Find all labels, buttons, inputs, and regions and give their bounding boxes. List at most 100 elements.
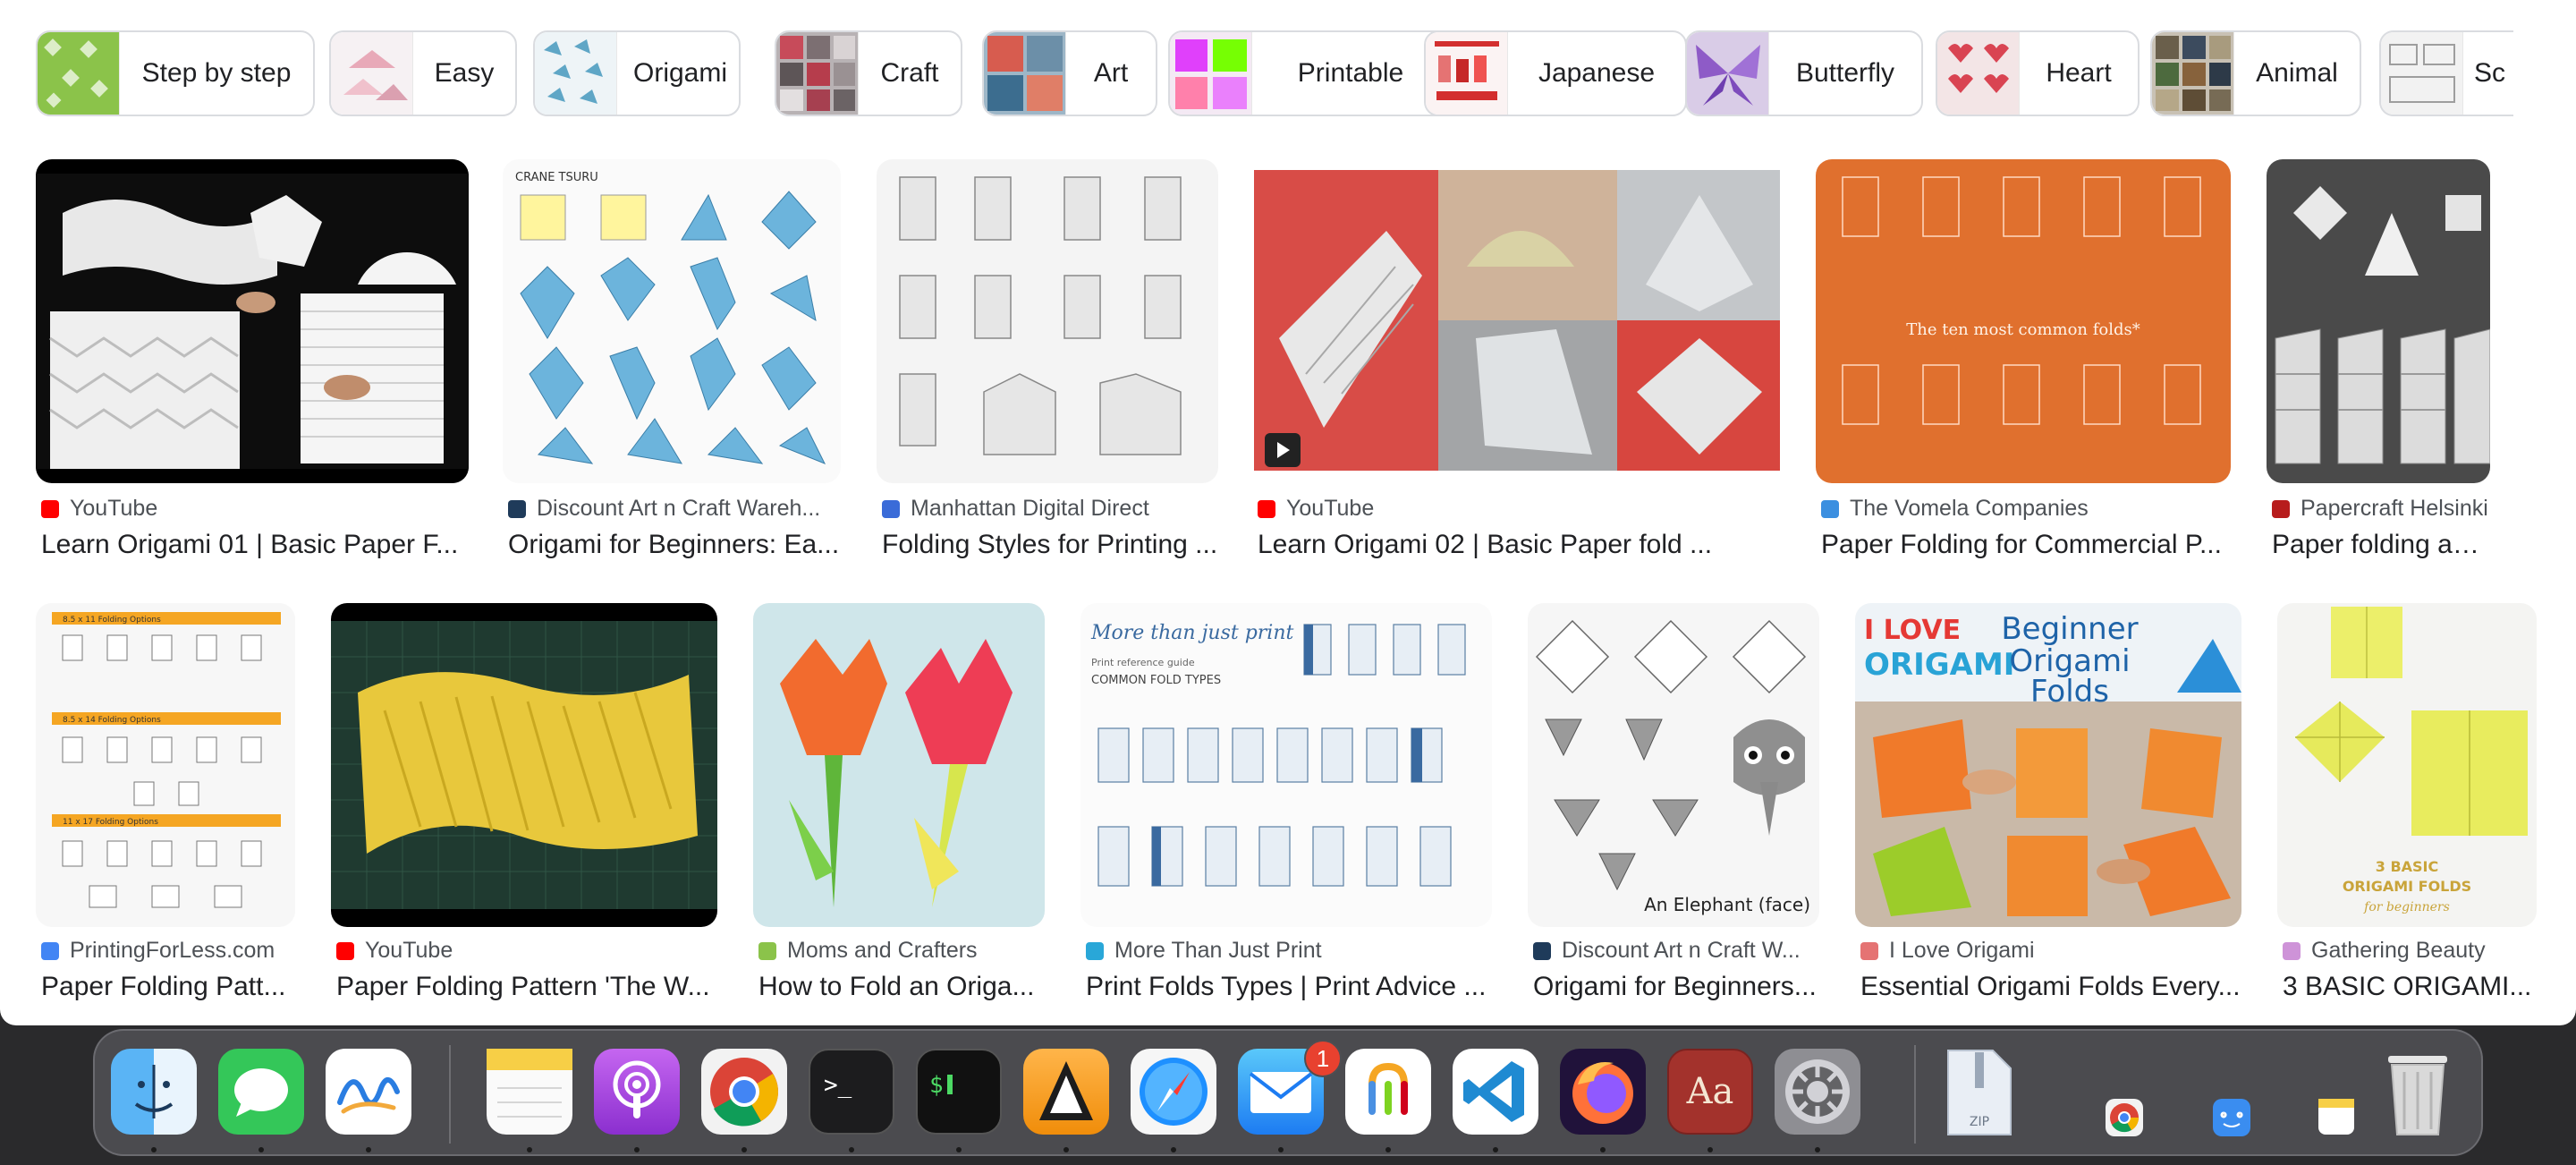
source-name: YouTube [70,496,158,521]
freeform-icon[interactable] [326,1049,411,1135]
chip-heart[interactable]: Heart [1936,30,2140,116]
zip-archive-icon[interactable]: ZIP [1941,1049,2018,1135]
chip-sc[interactable]: Sc [2379,30,2513,116]
chip-art[interactable]: Art [982,30,1157,116]
result-title[interactable]: Learn Origami 01 | Basic Paper F... [41,530,469,560]
chip-origami[interactable]: Origami [533,30,741,116]
chip-printable[interactable]: Printable [1168,30,1451,116]
result-thumbnail: CRANE TSURU [503,159,841,483]
source-name: Manhattan Digital Direct [911,496,1149,521]
chip-label: Craft [880,58,939,88]
site-favicon [1533,941,1551,960]
image-result-card[interactable]: An Elephant (face) Discount Art n Craft … [1528,603,1819,1008]
result-source[interactable]: Papercraft Helsinki [2272,496,2488,522]
site-favicon [41,941,59,960]
image-result-card[interactable]: Papercraft Helsinki Paper folding and d.… [2267,159,2492,567]
image-result-card[interactable]: YouTube Learn Origami 01 | Basic Paper F… [36,159,469,567]
result-title[interactable]: 3 BASIC ORIGAMI... [2283,972,2538,1002]
result-thumbnail: I LOVE ORIGAMI Beginner Origami Folds [1855,603,2241,927]
result-title[interactable]: Origami for Beginners: Ea... [508,530,843,560]
iterm-icon[interactable]: $ [916,1049,1002,1135]
image-result-card[interactable]: The ten most common folds* The Vomela Co… [1816,159,2233,567]
zip-label: ZIP [1970,1115,1989,1129]
image-result-card[interactable]: YouTube Paper Folding Pattern 'The W... [331,603,717,1008]
chip-label: Butterfly [1795,58,1895,88]
site-favicon [1086,941,1104,960]
minimized-notes-window[interactable] [2318,1099,2354,1135]
result-source[interactable]: The Vomela Companies [1821,496,2089,522]
source-name: Discount Art n Craft W... [1562,938,1801,963]
result-source[interactable]: PrintingForLess.com [41,938,275,964]
result-source[interactable]: YouTube [1258,496,1374,522]
notes-icon[interactable] [487,1049,572,1135]
finder-icon[interactable] [111,1049,197,1135]
firefox-icon[interactable] [1560,1049,1646,1135]
result-title[interactable]: Folding Styles for Printing ... [882,530,1218,560]
result-title[interactable]: Essential Origami Folds Every... [1860,972,2245,1002]
result-thumbnail [877,159,1218,483]
result-source[interactable]: More Than Just Print [1086,938,1322,964]
result-thumbnail [36,159,469,483]
image-result-card[interactable]: CRANE TSURU Discount Art n Craft Wareh..… [503,159,843,567]
chip-butterfly[interactable]: Butterfly [1685,30,1923,116]
site-favicon [758,941,776,960]
result-title[interactable]: Paper Folding Pattern 'The W... [336,972,719,1002]
source-name: YouTube [1286,496,1375,521]
result-source[interactable]: YouTube [336,938,453,964]
result-source[interactable]: YouTube [41,496,157,522]
figma-like-icon[interactable] [1345,1049,1431,1135]
result-title[interactable]: Print Folds Types | Print Advice ... [1086,972,1494,1002]
source-name: Discount Art n Craft Wareh... [537,496,821,521]
system-settings-icon[interactable] [1775,1049,1860,1135]
result-title[interactable]: Learn Origami 02 | Basic Paper fold ... [1258,530,1782,560]
result-title[interactable]: Origami for Beginners... [1533,972,1821,1002]
result-source[interactable]: Discount Art n Craft Wareh... [508,496,820,522]
running-indicator [1815,1147,1820,1152]
chip-easy[interactable]: Easy [329,30,517,116]
chip-animal[interactable]: Animal [2150,30,2361,116]
site-favicon [2283,941,2301,960]
running-indicator [849,1147,854,1152]
result-source[interactable]: Discount Art n Craft W... [1533,938,1801,964]
result-source[interactable]: I Love Origami [1860,938,2035,964]
chip-thumbnail [38,32,120,115]
vlc-icon[interactable] [1023,1049,1109,1135]
image-result-card[interactable]: I LOVE ORIGAMI Beginner Origami Folds I … [1855,603,2243,1008]
result-title[interactable]: How to Fold an Origa... [758,972,1046,1002]
vscode-icon[interactable] [1453,1049,1538,1135]
thumb-caption: More than just print [1090,622,1294,644]
site-favicon [1821,499,1839,518]
messages-icon[interactable] [218,1049,304,1135]
result-thumbnail: More than just print Print reference gui… [1080,603,1492,927]
result-thumbnail [753,603,1045,927]
image-result-card[interactable]: 8.5 x 11 Folding Options 8.5 x 14 Foldin… [36,603,295,1008]
image-result-card[interactable]: Manhattan Digital Direct Folding Styles … [877,159,1218,567]
image-result-card[interactable]: YouTube Learn Origami 02 | Basic Paper f… [1252,159,1782,567]
image-result-card[interactable]: Moms and Crafters How to Fold an Origa..… [753,603,1045,1008]
minimized-finder-window[interactable] [2213,1099,2250,1136]
dictionary-icon[interactable]: Aa [1667,1049,1753,1135]
result-title[interactable]: Paper Folding Patt... [41,972,297,1002]
result-title[interactable]: Paper folding and d... [2272,530,2492,560]
trash-icon[interactable] [2377,1043,2458,1142]
image-result-card[interactable]: 3 BASIC ORIGAMI FOLDS for beginners Gath… [2277,603,2537,1008]
image-result-card[interactable]: More than just print Print reference gui… [1080,603,1492,1008]
safari-icon[interactable] [1131,1049,1216,1135]
youtube-icon [41,499,59,518]
chip-japanese[interactable]: Japanese [1424,30,1687,116]
terminal-icon[interactable]: >_ [809,1049,894,1135]
minimized-chrome-window[interactable] [2106,1099,2143,1136]
result-thumbnail: 3 BASIC ORIGAMI FOLDS for beginners [2277,603,2537,927]
chrome-icon[interactable] [701,1049,787,1135]
running-indicator [1707,1147,1713,1152]
result-thumbnail: An Elephant (face) [1528,603,1819,927]
chip-step-by-step[interactable]: Step by step [36,30,315,116]
result-source[interactable]: Moms and Crafters [758,938,978,964]
podcasts-icon[interactable] [594,1049,680,1135]
running-indicator [527,1147,532,1152]
result-title[interactable]: Paper Folding for Commercial P... [1821,530,2233,560]
chip-craft[interactable]: Craft [775,30,962,116]
result-source[interactable]: Manhattan Digital Direct [882,496,1149,522]
result-source[interactable]: Gathering Beauty [2283,938,2486,964]
chip-label: Origami [633,58,728,88]
